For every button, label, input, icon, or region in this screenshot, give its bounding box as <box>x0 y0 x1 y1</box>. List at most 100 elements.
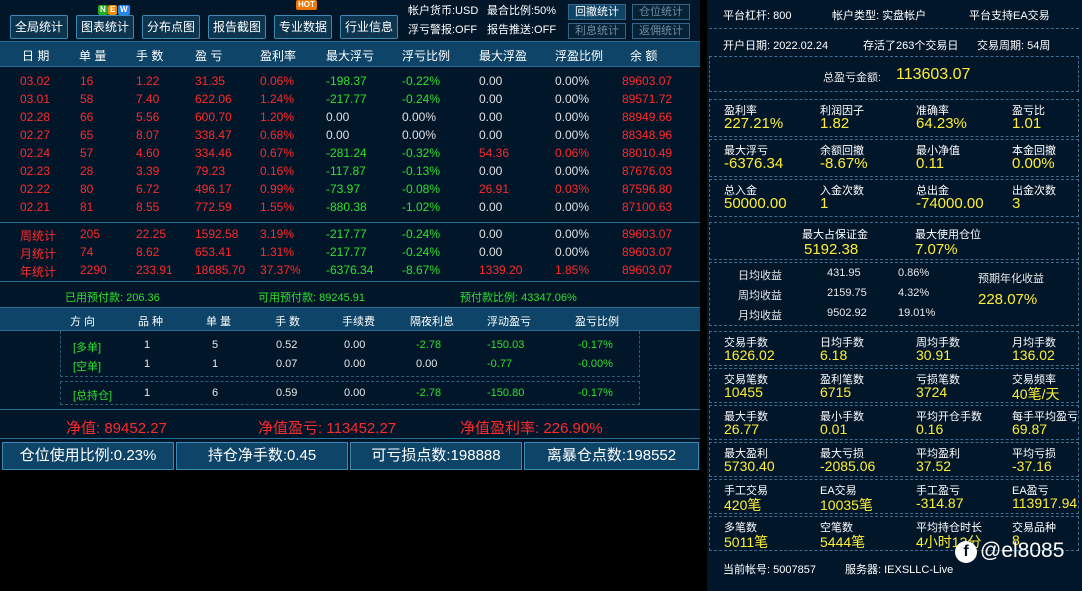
col-date: 日 期 <box>22 49 50 63</box>
position-cell: 1 <box>144 387 151 399</box>
table-cell: 334.46 <box>195 146 232 160</box>
table-cell: 02.27 <box>20 128 51 142</box>
col-lots: 手 数 <box>136 49 164 63</box>
stat-value: 0.00% <box>1012 155 1055 172</box>
col-profit-rate: 盈利率 <box>260 49 297 63</box>
stat-value: 5011笔 <box>724 534 769 550</box>
table-cell: 22.25 <box>136 227 167 241</box>
table-cell: 0.00% <box>555 164 590 178</box>
loss-allowed-points: 可亏损点数:198888 <box>350 442 522 470</box>
position-long-short-box <box>60 331 640 377</box>
position-stats-button[interactable]: 仓位统计 <box>632 4 690 20</box>
pcol-fee: 手续费 <box>342 316 375 328</box>
rebate-stats-button[interactable]: 返佣统计 <box>632 23 690 39</box>
position-cell: 0.00 <box>344 387 366 399</box>
pro-data-button[interactable]: 专业数据 <box>274 15 332 39</box>
table-cell: -281.24 <box>326 146 367 160</box>
stat-value: -74000.00 <box>916 195 984 212</box>
table-cell: 0.67% <box>260 146 295 160</box>
position-cell: -0.77 <box>487 358 513 370</box>
stat-value: 1.01 <box>1012 115 1042 132</box>
industry-info-button[interactable]: 行业信息 <box>340 15 398 39</box>
table-cell: 74 <box>80 245 94 259</box>
table-cell: 89603.07 <box>622 245 673 259</box>
table-cell: 79.23 <box>195 164 226 178</box>
interest-stats-button[interactable]: 利息统计 <box>568 23 626 39</box>
table-divider <box>0 281 700 282</box>
position-cell: -2.78 <box>416 339 442 351</box>
table-cell: -1.02% <box>402 200 441 214</box>
stat-value: 1.82 <box>820 115 850 132</box>
report-screenshot-button[interactable]: 报告截图 <box>208 15 266 39</box>
annual-return-value: 228.07% <box>978 291 1038 308</box>
earnings-cell: 4.32% <box>898 287 930 299</box>
table-cell: 54.36 <box>479 146 510 160</box>
trade-period: 交易周期: 54周 <box>977 40 1051 52</box>
chart-stats-button[interactable]: 图表统计 <box>76 15 134 39</box>
table-cell: 1.55% <box>260 200 295 214</box>
table-cell: 37.37% <box>260 263 301 277</box>
table-cell: 0.00% <box>555 74 590 88</box>
ea-support: 平台支持EA交易 <box>969 10 1050 22</box>
total-pl-value: 113603.07 <box>896 66 971 83</box>
position-cell: -150.03 <box>487 339 525 351</box>
table-cell: 1.85% <box>555 263 590 277</box>
col-float-loss-ratio: 浮亏比例 <box>402 49 451 63</box>
pcol-lots: 手 数 <box>275 316 301 328</box>
earnings-cell: 0.86% <box>898 267 930 279</box>
server-name: 服务器: IEXSLLC-Live <box>845 564 954 576</box>
available-prepayment: 可用预付款: 89245.91 <box>258 292 365 304</box>
stat-value: 1 <box>820 195 829 212</box>
drawdown-stats-button[interactable]: 回撤统计 <box>568 4 626 20</box>
stat-value: 10035笔 <box>820 497 873 513</box>
annual-return-label: 预期年化收益 <box>978 273 1044 285</box>
stat-value: 10455 <box>724 384 763 400</box>
table-divider <box>0 438 700 439</box>
position-cell: 1 <box>144 358 151 370</box>
stat-value: 37.52 <box>916 458 952 474</box>
table-cell: 622.06 <box>195 92 232 106</box>
right-panel: 平台杠杆: 800 帐户类型: 实盘帐户 平台支持EA交易 开户日期: 2022… <box>707 0 1082 591</box>
table-cell: 8.62 <box>136 245 160 259</box>
table-cell: 0.00% <box>555 110 590 124</box>
table-cell: -0.24% <box>402 92 441 106</box>
stat-value: 0.11 <box>916 155 945 172</box>
table-cell: 0.00% <box>555 200 590 214</box>
table-cell: -0.13% <box>402 164 441 178</box>
position-cell: -0.17% <box>578 339 613 351</box>
table-cell: 0.00% <box>555 128 590 142</box>
stat-value: 30.91 <box>916 347 952 363</box>
stat-value: -6376.34 <box>724 155 784 172</box>
max-position-label: 最大使用仓位 <box>915 229 981 241</box>
table-cell: 0.16% <box>260 164 295 178</box>
table-cell: 02.23 <box>20 164 51 178</box>
table-cell: 16 <box>80 74 94 88</box>
table-cell: 0.00 <box>326 110 350 124</box>
table-cell: 80 <box>80 182 94 196</box>
table-cell: 0.00% <box>555 92 590 106</box>
new-badge-w: W <box>118 5 130 15</box>
table-cell: 0.00 <box>479 200 503 214</box>
table-cell: 205 <box>80 227 101 241</box>
table-cell: -8.67% <box>402 263 441 277</box>
global-stats-button[interactable]: 全局统计 <box>10 15 68 39</box>
pcol-orders: 单 量 <box>206 316 232 328</box>
table-cell: 0.00 <box>479 92 503 106</box>
earnings-box: 日均收益 431.95 0.86% 周均收益 2159.75 4.32% 月均收益 9502.… <box>709 262 1079 326</box>
distribution-chart-button[interactable]: 分布点图 <box>142 15 200 39</box>
position-cell: 0.00 <box>344 339 366 351</box>
table-cell: 28 <box>80 164 94 178</box>
table-cell: 0.03% <box>555 182 590 196</box>
earnings-cell: 431.95 <box>827 267 861 279</box>
table-cell: 89603.07 <box>622 74 673 88</box>
table-cell: 772.59 <box>195 200 232 214</box>
table-divider <box>0 222 700 223</box>
table-cell: 0.00 <box>326 128 350 142</box>
account-currency: 帐户货币:USD <box>408 5 479 17</box>
net-profit-rate: 净值盈利率: 226.90% <box>460 420 603 437</box>
table-cell: 88949.66 <box>622 110 673 124</box>
table-cell: 31.35 <box>195 74 226 88</box>
stat-value: 40笔/天 <box>1012 386 1060 402</box>
table-cell: 3.39 <box>136 164 160 178</box>
stat-value: 64.23% <box>916 115 967 132</box>
